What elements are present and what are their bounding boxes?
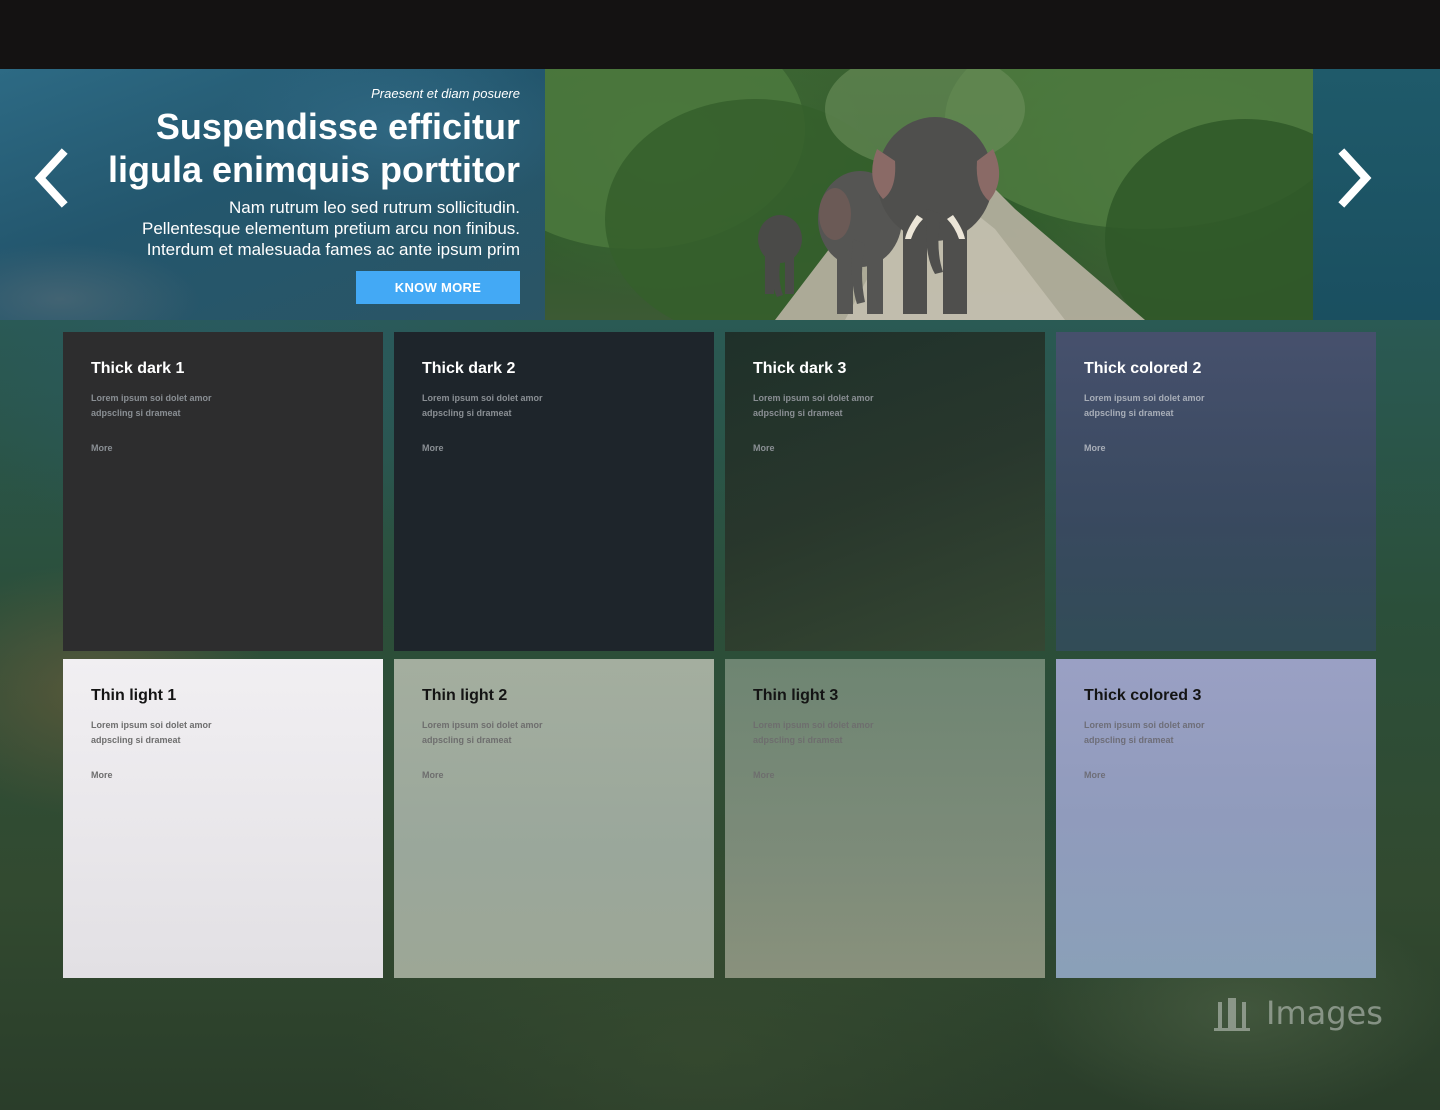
card-more-link[interactable]: More — [753, 443, 775, 453]
top-bar — [0, 0, 1440, 69]
card-description: Lorem ipsum soi dolet amor adpscling si … — [753, 720, 874, 745]
watermark-logo-icon — [1214, 998, 1250, 1031]
card-title: Thick colored 2 — [1084, 360, 1202, 377]
hero-slider: Praesent et diam posuere Suspendisse eff… — [0, 69, 1440, 320]
card-more-link[interactable]: More — [91, 770, 113, 780]
card-thin-light-3[interactable]: Thin light 3 Lorem ipsum soi dolet amor … — [725, 659, 1045, 978]
card-thin-light-2[interactable]: Thin light 2 Lorem ipsum soi dolet amor … — [394, 659, 714, 978]
card-description: Lorem ipsum soi dolet amor adpscling si … — [1084, 393, 1205, 418]
card-title: Thin light 1 — [91, 687, 177, 704]
card-thick-dark-3[interactable]: Thick dark 3 Lorem ipsum soi dolet amor … — [725, 332, 1045, 651]
know-more-button[interactable]: KNOW MORE — [356, 271, 520, 304]
hero-kicker: Praesent et diam posuere — [371, 86, 520, 101]
card-title: Thick colored 3 — [1084, 687, 1202, 704]
card-title: Thin light 2 — [422, 687, 508, 704]
watermark: Images — [1212, 990, 1392, 1040]
chevron-right-icon[interactable] — [1334, 148, 1374, 208]
card-more-link[interactable]: More — [1084, 770, 1106, 780]
card-more-link[interactable]: More — [91, 443, 113, 453]
card-description: Lorem ipsum soi dolet amor adpscling si … — [91, 720, 212, 745]
card-thin-light-1[interactable]: Thin light 1 Lorem ipsum soi dolet amor … — [63, 659, 383, 978]
card-title: Thick dark 3 — [753, 360, 847, 377]
elephants-photo — [545, 69, 1313, 320]
card-thick-dark-2[interactable]: Thick dark 2 Lorem ipsum soi dolet amor … — [394, 332, 714, 651]
hero-photo — [545, 69, 1313, 320]
hero-headline-line-1: Suspendisse efficitur — [155, 106, 520, 147]
card-more-link[interactable]: More — [753, 770, 775, 780]
chevron-left-icon[interactable] — [32, 148, 72, 208]
hero-body-line-3: Interdum et malesuada fames ac ante ipsu… — [146, 240, 520, 259]
card-title: Thick dark 2 — [422, 360, 516, 377]
card-description: Lorem ipsum soi dolet amor adpscling si … — [91, 393, 212, 418]
hero-body-line-1: Nam rutrum leo sed rutrum sollicitudin. — [229, 198, 520, 217]
card-title: Thin light 3 — [753, 687, 839, 704]
hero-body-line-2: Pellentesque elementum pretium arcu non … — [142, 219, 520, 238]
card-description: Lorem ipsum soi dolet amor adpscling si … — [422, 720, 543, 745]
hero-headline-line-2: ligula enimquis porttitor — [108, 149, 520, 190]
hero-next-panel — [1313, 69, 1440, 320]
hero-body-text: Nam rutrum leo sed rutrum sollicitudin. … — [60, 197, 520, 260]
card-description: Lorem ipsum soi dolet amor adpscling si … — [753, 393, 874, 418]
card-thick-dark-1[interactable]: Thick dark 1 Lorem ipsum soi dolet amor … — [63, 332, 383, 651]
card-more-link[interactable]: More — [422, 770, 444, 780]
card-title: Thick dark 1 — [91, 360, 185, 377]
hero-headline: Suspendisse efficitur ligula enimquis po… — [60, 105, 520, 191]
card-description: Lorem ipsum soi dolet amor adpscling si … — [1084, 720, 1205, 745]
card-thick-colored-3[interactable]: Thick colored 3 Lorem ipsum soi dolet am… — [1056, 659, 1376, 978]
watermark-text: Images — [1266, 994, 1383, 1032]
card-description: Lorem ipsum soi dolet amor adpscling si … — [422, 393, 543, 418]
card-more-link[interactable]: More — [1084, 443, 1106, 453]
card-more-link[interactable]: More — [422, 443, 444, 453]
card-thick-colored-2[interactable]: Thick colored 2 Lorem ipsum soi dolet am… — [1056, 332, 1376, 651]
